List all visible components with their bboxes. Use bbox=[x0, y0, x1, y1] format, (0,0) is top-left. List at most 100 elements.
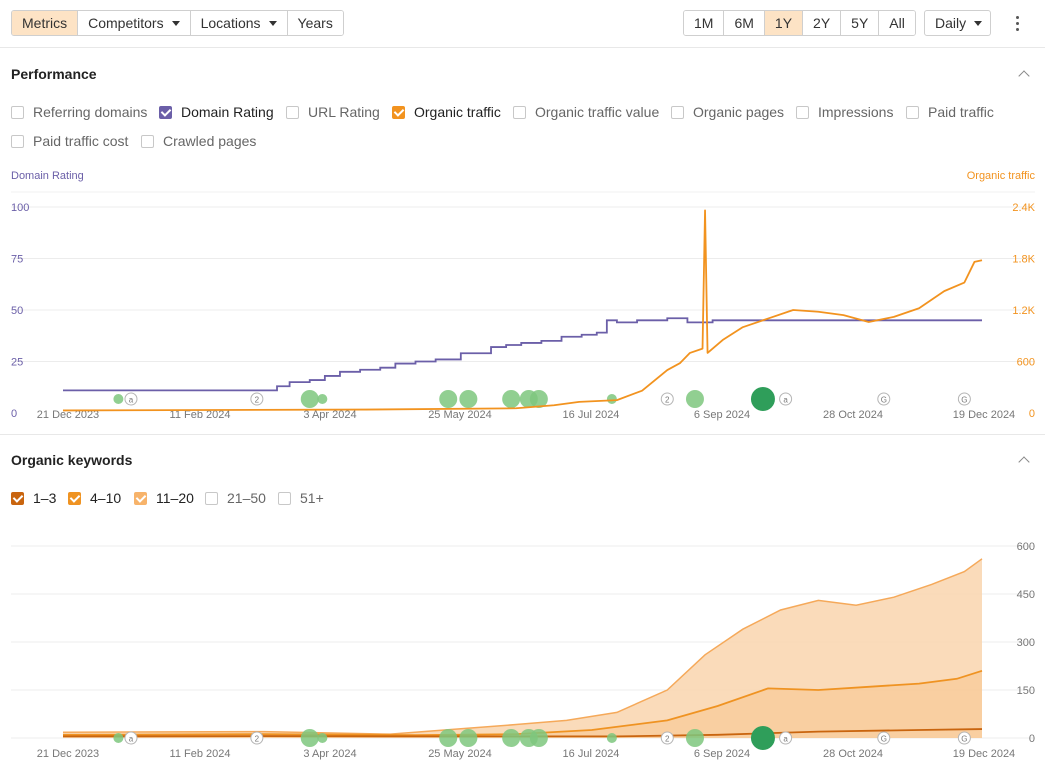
annotation-badge-label: a bbox=[129, 396, 134, 405]
checkbox-icon bbox=[11, 105, 24, 119]
kw-bucket-1-3[interactable]: 1–3 bbox=[11, 490, 56, 506]
granularity-dropdown[interactable]: Daily bbox=[924, 10, 991, 36]
range-all[interactable]: All bbox=[879, 11, 915, 35]
more-options-icon[interactable] bbox=[1010, 12, 1024, 34]
organic-keywords-title: Organic keywords bbox=[11, 452, 133, 468]
range-2y[interactable]: 2Y bbox=[803, 11, 842, 35]
annotation-marker bbox=[606, 733, 617, 743]
annotation-badge-label: 2 bbox=[665, 396, 670, 405]
x-tick-label: 3 Apr 2024 bbox=[303, 409, 356, 421]
checkbox-icon bbox=[141, 134, 154, 148]
annotation-badge-label: 2 bbox=[255, 735, 260, 744]
checkbox-icon bbox=[11, 134, 24, 148]
annotation-marker bbox=[317, 394, 328, 404]
left-tick-label: 75 bbox=[11, 254, 23, 266]
kw-bucket-51-plus[interactable]: 51+ bbox=[278, 490, 324, 506]
annotation-marker bbox=[113, 394, 124, 404]
checkbox-icon bbox=[205, 491, 218, 505]
y-tick-label: 0 bbox=[1029, 733, 1035, 745]
left-tick-label: 25 bbox=[11, 357, 23, 369]
annotation-badge-label: 2 bbox=[665, 735, 670, 744]
checkbox-checked-icon bbox=[392, 105, 405, 119]
x-tick-label: 3 Apr 2024 bbox=[303, 748, 356, 760]
range-6m[interactable]: 6M bbox=[724, 11, 765, 35]
y-tick-label: 300 bbox=[1017, 637, 1035, 649]
annotation-marker bbox=[459, 390, 478, 408]
annotation-badge-label: G bbox=[961, 396, 967, 405]
annotation-marker bbox=[529, 729, 548, 747]
checkbox-checked-icon bbox=[11, 491, 24, 505]
range-1y[interactable]: 1Y bbox=[764, 11, 804, 35]
metric-organic-traffic[interactable]: Organic traffic bbox=[392, 104, 501, 120]
metric-referring-domains[interactable]: Referring domains bbox=[11, 104, 147, 120]
x-tick-label: 6 Sep 2024 bbox=[694, 409, 750, 421]
annotation-badge-label: a bbox=[129, 735, 134, 744]
performance-title: Performance bbox=[11, 66, 97, 82]
tab-metrics[interactable]: Metrics bbox=[12, 11, 79, 35]
checkbox-icon bbox=[513, 105, 526, 119]
x-tick-label: 19 Dec 2024 bbox=[953, 409, 1015, 421]
annotation-marker bbox=[113, 733, 124, 743]
annotation-marker bbox=[750, 387, 775, 411]
annotation-marker bbox=[300, 729, 319, 747]
metric-organic-pages[interactable]: Organic pages bbox=[671, 104, 784, 120]
annotation-marker bbox=[502, 729, 521, 747]
view-tabs: Metrics Competitors Locations Years bbox=[11, 10, 344, 36]
checkbox-icon bbox=[286, 105, 299, 119]
x-tick-label: 19 Dec 2024 bbox=[953, 748, 1015, 760]
x-tick-label: 16 Jul 2024 bbox=[563, 748, 620, 760]
annotation-badge-label: G bbox=[881, 396, 887, 405]
metric-paid-traffic-cost[interactable]: Paid traffic cost bbox=[11, 133, 128, 149]
annotation-marker bbox=[606, 394, 617, 404]
metric-url-rating[interactable]: URL Rating bbox=[286, 104, 380, 120]
annotation-badge-label: G bbox=[881, 735, 887, 744]
annotation-marker bbox=[685, 390, 704, 408]
caret-down-icon bbox=[268, 20, 277, 26]
x-tick-label: 25 May 2024 bbox=[428, 748, 492, 760]
x-tick-label: 21 Dec 2023 bbox=[37, 748, 99, 760]
right-tick-label: 1.2K bbox=[1012, 305, 1035, 317]
x-tick-label: 25 May 2024 bbox=[428, 409, 492, 421]
annotation-marker bbox=[439, 729, 458, 747]
checkbox-icon bbox=[671, 105, 684, 119]
checkbox-checked-icon bbox=[134, 491, 147, 505]
annotation-marker bbox=[502, 390, 521, 408]
metric-paid-traffic[interactable]: Paid traffic bbox=[906, 104, 994, 120]
tab-years[interactable]: Years bbox=[287, 11, 343, 35]
checkbox-checked-icon bbox=[68, 491, 81, 505]
annotation-marker bbox=[300, 390, 319, 408]
metric-crawled-pages[interactable]: Crawled pages bbox=[141, 133, 256, 149]
annotation-marker bbox=[685, 729, 704, 747]
tab-locations[interactable]: Locations bbox=[190, 11, 288, 35]
right-tick-label: 1.8K bbox=[1012, 254, 1035, 266]
tab-competitors[interactable]: Competitors bbox=[78, 11, 191, 35]
left-tick-label: 100 bbox=[11, 202, 29, 214]
checkbox-icon bbox=[278, 491, 291, 505]
left-axis-title: Domain Rating bbox=[11, 170, 84, 182]
kw-bucket-21-50[interactable]: 21–50 bbox=[205, 490, 266, 506]
metric-domain-rating[interactable]: Domain Rating bbox=[159, 104, 274, 120]
annotation-marker bbox=[459, 729, 478, 747]
right-tick-label: 600 bbox=[1017, 357, 1035, 369]
annotation-marker bbox=[439, 390, 458, 408]
x-tick-label: 28 Oct 2024 bbox=[823, 409, 883, 421]
toolbar: Metrics Competitors Locations Years 1M 6… bbox=[0, 0, 1045, 48]
collapse-keywords-icon[interactable] bbox=[1018, 454, 1030, 466]
kw-bucket-4-10[interactable]: 4–10 bbox=[68, 490, 121, 506]
section-divider bbox=[0, 434, 1045, 435]
right-axis-title: Organic traffic bbox=[967, 170, 1036, 182]
annotation-badge-label: a bbox=[783, 396, 788, 405]
right-tick-label: 2.4K bbox=[1012, 202, 1035, 214]
range-1m[interactable]: 1M bbox=[684, 11, 725, 35]
x-tick-label: 6 Sep 2024 bbox=[694, 748, 750, 760]
range-selector: 1M 6M 1Y 2Y 5Y All bbox=[683, 10, 916, 36]
x-tick-label: 16 Jul 2024 bbox=[563, 409, 620, 421]
x-tick-label: 28 Oct 2024 bbox=[823, 748, 883, 760]
y-tick-label: 600 bbox=[1017, 541, 1035, 553]
metric-organic-traffic-value[interactable]: Organic traffic value bbox=[513, 104, 659, 120]
organic-keywords-chart: 600 450 300 150 0 21 Dec 2023 11 Feb 2024 3 Apr… bbox=[11, 541, 1035, 760]
metric-impressions[interactable]: Impressions bbox=[796, 104, 893, 120]
range-5y[interactable]: 5Y bbox=[841, 11, 880, 35]
kw-bucket-11-20[interactable]: 11–20 bbox=[134, 490, 194, 506]
collapse-performance-icon[interactable] bbox=[1018, 68, 1030, 80]
